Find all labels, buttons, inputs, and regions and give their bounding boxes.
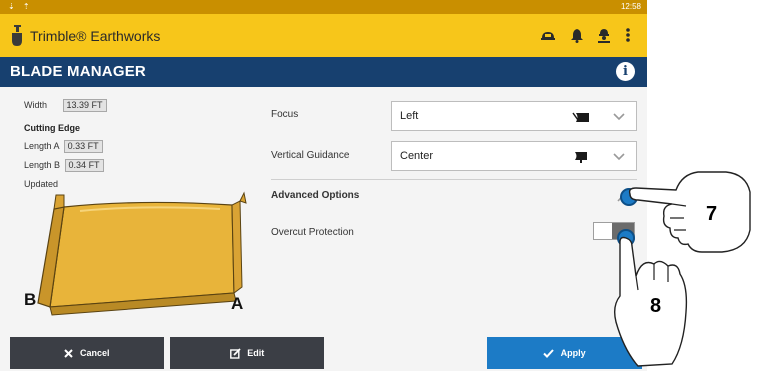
edit-icon xyxy=(229,348,241,359)
status-bar: ⇣ ⇡ 12:58 xyxy=(0,0,647,14)
focus-value: Left xyxy=(400,110,419,122)
blade-illustration xyxy=(37,191,247,316)
blade-center-icon xyxy=(575,152,587,163)
bell-icon[interactable] xyxy=(569,27,585,43)
page-title: BLADE MANAGER xyxy=(10,63,146,80)
length-b-value: 0.34 FT xyxy=(64,159,104,172)
chevron-down-icon xyxy=(613,153,625,161)
close-icon xyxy=(64,349,74,358)
updated-label: Updated xyxy=(24,179,59,189)
title-bar: BLADE MANAGER i xyxy=(0,57,647,87)
status-icons: ⇣ ⇡ xyxy=(8,2,33,11)
vertical-guidance-select[interactable]: Center xyxy=(391,141,637,171)
side-a-label: A xyxy=(231,294,244,313)
info-icon[interactable]: i xyxy=(616,62,635,81)
divider xyxy=(271,179,637,180)
app-title: Trimble® Earthworks xyxy=(30,28,161,44)
step-number-7: 7 xyxy=(706,203,718,225)
length-a-row: Length A 0.33 FT xyxy=(24,140,103,153)
guidance-settings-panel: Focus Left Vertical Guidance Center Adva… xyxy=(262,87,647,327)
chevron-down-icon xyxy=(613,113,625,121)
vertical-guidance-label: Vertical Guidance xyxy=(271,150,350,161)
length-a-value: 0.33 FT xyxy=(63,140,103,153)
length-b-label: Length B xyxy=(24,160,61,170)
vertical-guidance-value: Center xyxy=(400,150,434,162)
cancel-button[interactable]: Cancel xyxy=(10,337,164,369)
step-number-8: 8 xyxy=(650,295,662,317)
length-a-label: Length A xyxy=(24,141,60,151)
edit-button[interactable]: Edit xyxy=(170,337,324,369)
length-b-row: Length B 0.34 FT xyxy=(24,159,104,172)
focus-label: Focus xyxy=(271,109,299,120)
apply-button-label: Apply xyxy=(560,348,586,358)
width-row: Width 13.39 FT xyxy=(24,99,107,112)
more-vert-icon[interactable] xyxy=(624,27,632,43)
blade-left-icon xyxy=(572,112,589,122)
focus-select[interactable]: Left xyxy=(391,101,637,131)
overcut-protection-label: Overcut Protection xyxy=(271,227,354,238)
screenshot-frame: ⇣ ⇡ 12:58 Trimble® Earthworks BLADE MANA… xyxy=(0,0,757,371)
operator-icon[interactable] xyxy=(596,27,612,43)
cutting-edge-heading: Cutting Edge xyxy=(24,123,80,133)
width-label: Width xyxy=(24,100,48,110)
advanced-options-header[interactable]: Advanced Options xyxy=(271,190,359,201)
edit-button-label: Edit xyxy=(247,348,265,358)
side-b-label: B xyxy=(24,290,37,309)
device-screen: ⇣ ⇡ 12:58 Trimble® Earthworks BLADE MANA… xyxy=(0,0,647,371)
check-icon xyxy=(543,349,555,359)
shovel-logo-icon xyxy=(12,25,22,46)
cancel-button-label: Cancel xyxy=(80,348,110,358)
status-time: 12:58 xyxy=(620,2,641,11)
vehicle-icon[interactable] xyxy=(540,27,556,43)
pointing-hand-icon xyxy=(613,236,688,367)
width-value: 13.39 FT xyxy=(62,99,107,112)
blade-info-panel: Width 13.39 FT Cutting Edge Length A 0.3… xyxy=(0,87,258,327)
app-bar: Trimble® Earthworks xyxy=(0,14,647,57)
